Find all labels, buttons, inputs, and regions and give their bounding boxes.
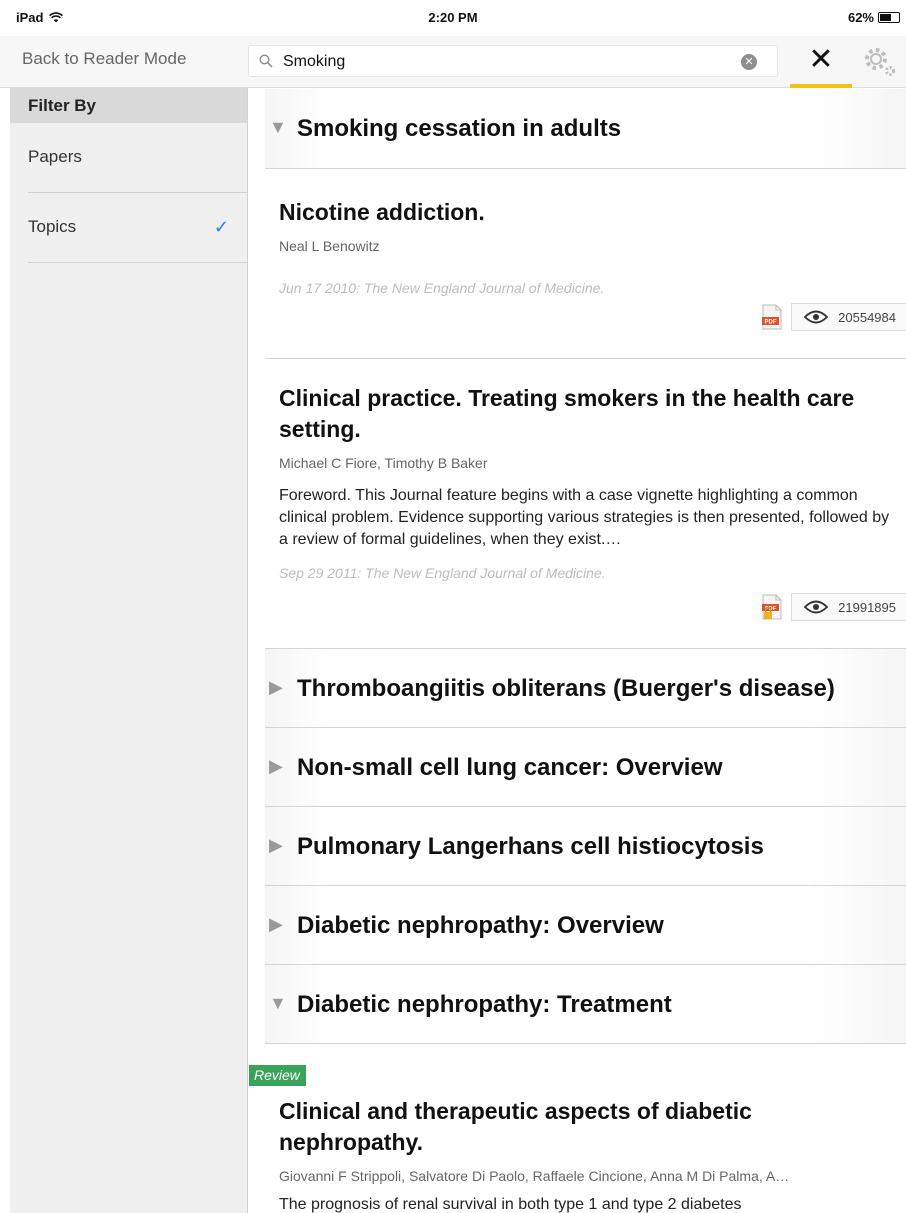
collapsed-triangle-icon: ▶ [269, 835, 283, 855]
topic-header[interactable]: ▶ Diabetic nephropathy: Overview [265, 886, 906, 965]
collapsed-triangle-icon: ▶ [269, 914, 283, 934]
topic-title: Diabetic nephropathy: Overview [297, 912, 664, 939]
review-badge: Review [249, 1065, 306, 1086]
filter-item-label: Papers [28, 147, 82, 166]
settings-gear-icon[interactable] [860, 44, 900, 80]
clear-search-icon[interactable]: ✕ [741, 54, 757, 70]
topic-header[interactable]: ▼ Diabetic nephropathy: Treatment [265, 965, 906, 1044]
view-count: 21991895 [838, 599, 896, 615]
svg-text:PDF: PDF [765, 320, 777, 326]
view-count-button[interactable]: 21991895 [791, 593, 906, 621]
battery-percent: 62% [847, 10, 874, 25]
close-search-button[interactable]: ✕ [790, 36, 852, 88]
paper-abstract: Foreword. This Journal feature begins wi… [279, 487, 890, 548]
filter-item-papers[interactable]: Papers [28, 123, 247, 193]
search-icon [259, 54, 273, 68]
eye-icon [804, 600, 829, 614]
paper-item[interactable]: Nicotine addiction. Neal L Benowitz Jun … [265, 169, 906, 359]
eye-icon [804, 310, 829, 324]
paper-authors: Giovanni F Strippoli, Salvatore Di Paolo… [279, 1168, 790, 1184]
filter-item-topics[interactable]: Topics ✓ [28, 193, 247, 263]
search-bar[interactable]: ✕ [248, 45, 778, 77]
topic-title: Smoking cessation in adults [297, 115, 622, 142]
top-bar: Back to Reader Mode ✕ ✕ [0, 36, 906, 88]
collapsed-triangle-icon: ▶ [269, 756, 283, 776]
view-count-button[interactable]: 20554984 [791, 303, 906, 331]
expanded-triangle-icon: ▼ [269, 993, 287, 1013]
paper-abstract: The prognosis of renal survival in both … [279, 1196, 742, 1213]
results-list: ▼ Smoking cessation in adults Nicotine a… [249, 89, 906, 1213]
search-input[interactable] [283, 51, 733, 73]
pdf-icon[interactable]: PDF [761, 304, 783, 330]
view-count: 20554984 [838, 309, 896, 325]
back-to-reader-mode-link[interactable]: Back to Reader Mode [22, 49, 186, 69]
paper-authors: Michael C Fiore, Timothy B Baker [279, 455, 488, 471]
topic-title: Pulmonary Langerhans cell histiocytosis [297, 833, 764, 860]
topic-title: Non-small cell lung cancer: Overview [297, 754, 723, 781]
checkmark-icon: ✓ [213, 217, 229, 237]
paper-item[interactable]: Review Clinical and therapeutic aspects … [249, 1044, 906, 1213]
paper-actions: PDF 21991895 [761, 593, 906, 621]
topic-header[interactable]: ▶ Thromboangiitis obliterans (Buerger's … [265, 649, 906, 728]
topic-header[interactable]: ▶ Non-small cell lung cancer: Overview [265, 728, 906, 807]
paper-actions: PDF 20554984 [761, 303, 906, 331]
clock: 2:20 PM [428, 10, 478, 25]
pdf-locked-icon[interactable]: PDF [761, 594, 783, 620]
topic-header[interactable]: ▶ Pulmonary Langerhans cell histiocytosi… [265, 807, 906, 886]
paper-title[interactable]: Clinical practice. Treating smokers in t… [279, 383, 906, 445]
status-bar: iPad 2:20 PM 62% [0, 0, 906, 36]
paper-authors: Neal L Benowitz [279, 238, 380, 254]
paper-date: Jun 17 2010: The New England Journal of … [279, 280, 605, 296]
filter-item-label: Topics [28, 217, 77, 236]
collapsed-triangle-icon: ▶ [269, 677, 283, 697]
paper-date: Sep 29 2011: The New England Journal of … [279, 565, 606, 581]
battery-icon [878, 12, 900, 23]
topic-title: Thromboangiitis obliterans (Buerger's di… [297, 675, 835, 702]
topic-header[interactable]: ▼ Smoking cessation in adults [265, 89, 906, 169]
topic-title: Diabetic nephropathy: Treatment [297, 991, 672, 1018]
paper-title[interactable]: Clinical and therapeutic aspects of diab… [279, 1096, 906, 1158]
paper-item[interactable]: Clinical practice. Treating smokers in t… [265, 359, 906, 649]
expanded-triangle-icon: ▼ [269, 117, 287, 137]
filter-by-header: Filter By [10, 88, 247, 123]
filter-sidebar: Filter By Papers Topics ✓ [10, 88, 248, 1213]
paper-title[interactable]: Nicotine addiction. [279, 197, 906, 228]
